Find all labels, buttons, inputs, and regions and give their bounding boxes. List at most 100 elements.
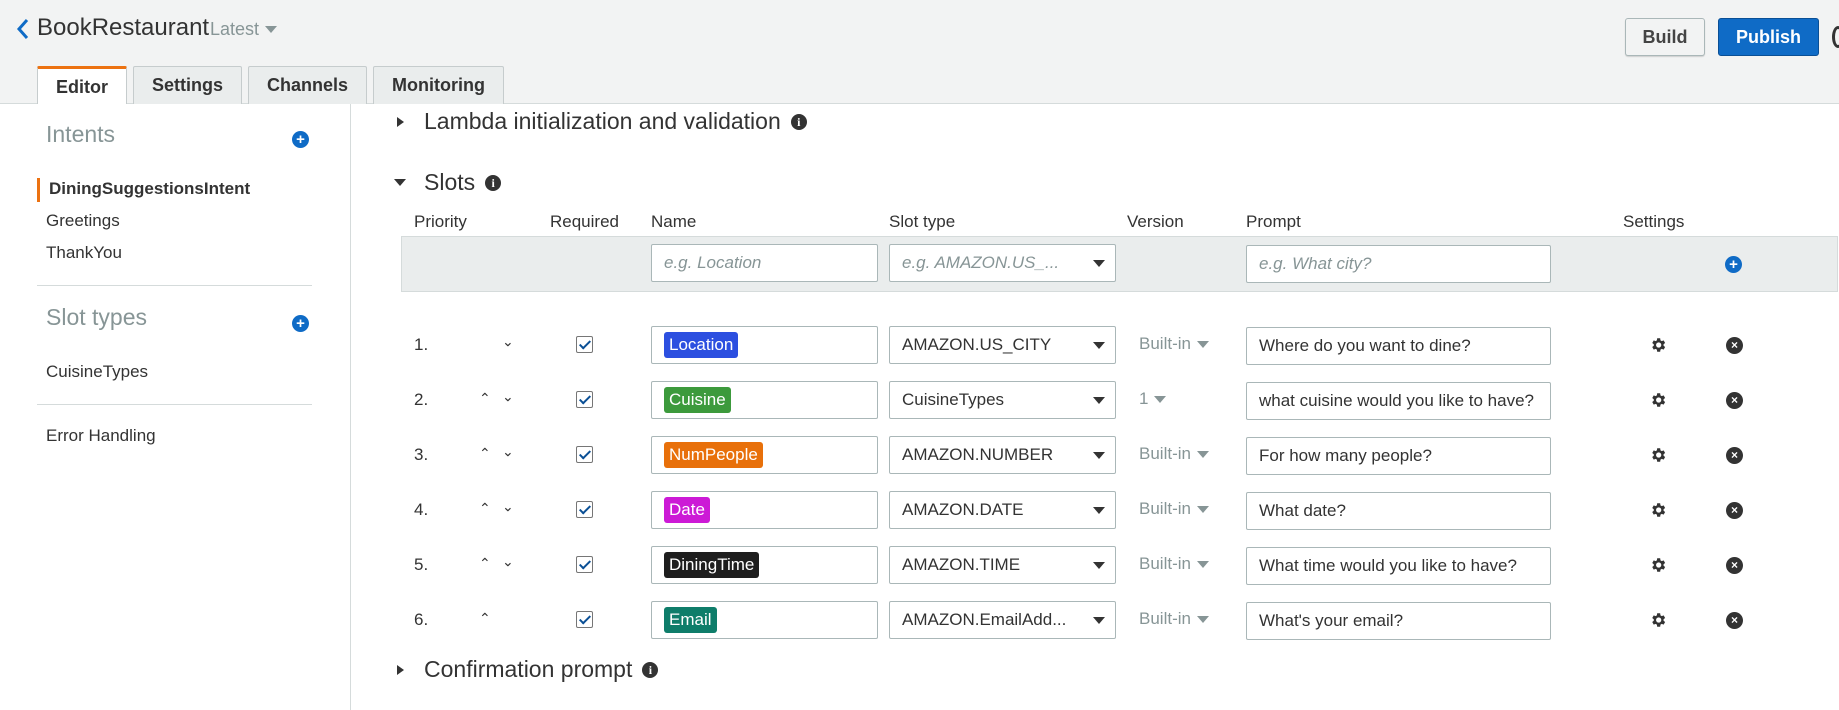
sidebar-item-cuisinetypes[interactable]: CuisineTypes (46, 362, 148, 382)
gear-icon[interactable] (1649, 556, 1667, 574)
required-checkbox[interactable] (576, 446, 593, 463)
version-dropdown[interactable]: Latest (210, 19, 278, 40)
slot-name-field[interactable]: Location (651, 326, 878, 364)
new-slot-type-select[interactable]: e.g. AMAZON.US_... (889, 244, 1116, 282)
remove-slot-icon[interactable]: × (1726, 392, 1743, 409)
confirmation-section-toggle[interactable]: Confirmation prompt i (397, 656, 659, 683)
slot-name-chip: Date (664, 497, 710, 523)
slot-version-dropdown[interactable]: Built-in (1139, 444, 1209, 464)
slot-version-dropdown[interactable]: Built-in (1139, 499, 1209, 519)
move-up-icon[interactable]: ⌃ (479, 555, 491, 572)
add-intent-icon[interactable]: + (292, 131, 309, 148)
slot-name-field[interactable]: NumPeople (651, 436, 878, 474)
help-icon[interactable] (1832, 26, 1839, 48)
slot-version-value: Built-in (1139, 499, 1191, 518)
slot-prompt-input[interactable]: What date? (1246, 492, 1551, 530)
required-checkbox[interactable] (576, 611, 593, 628)
required-checkbox[interactable] (576, 391, 593, 408)
slot-version-value: Built-in (1139, 609, 1191, 628)
move-up-icon[interactable]: ⌃ (479, 445, 491, 462)
slot-version-value: Built-in (1139, 554, 1191, 573)
sidebar-item-greetings[interactable]: Greetings (46, 211, 120, 231)
remove-slot-icon[interactable]: × (1726, 557, 1743, 574)
slot-type-select[interactable]: AMAZON.US_CITY (889, 326, 1116, 364)
publish-button[interactable]: Publish (1718, 18, 1819, 56)
slot-prompt-input[interactable]: What's your email? (1246, 602, 1551, 640)
new-slot-prompt-input[interactable]: e.g. What city? (1246, 245, 1551, 283)
tab-settings[interactable]: Settings (133, 66, 243, 104)
required-checkbox[interactable] (576, 501, 593, 518)
caret-down-icon (1093, 617, 1105, 624)
lambda-section-toggle[interactable]: Lambda initialization and validation i (397, 108, 807, 135)
slot-version-dropdown[interactable]: Built-in (1139, 554, 1209, 574)
bot-title: BookRestaurant (37, 14, 210, 41)
new-slot-name-input[interactable]: e.g. Location (651, 244, 878, 282)
col-version: Version (1127, 212, 1184, 231)
caret-down-icon (1093, 342, 1105, 349)
divider (37, 285, 312, 286)
slot-name-field[interactable]: Cuisine (651, 381, 878, 419)
gear-icon[interactable] (1649, 391, 1667, 409)
add-slot-icon[interactable]: + (1725, 256, 1742, 273)
move-down-icon[interactable]: ⌃ (502, 552, 514, 569)
caret-down-icon (1093, 562, 1105, 569)
slot-name-chip: DiningTime (664, 552, 760, 578)
slot-priority: 5. (414, 555, 429, 574)
move-up-icon[interactable]: ⌃ (479, 500, 491, 517)
slot-prompt-input[interactable]: For how many people? (1246, 437, 1551, 475)
slot-version-dropdown[interactable]: Built-in (1139, 609, 1209, 629)
slot-types-heading: Slot types (46, 304, 147, 330)
move-down-icon[interactable]: ⌃ (502, 332, 514, 349)
slot-version-dropdown[interactable]: Built-in (1139, 334, 1209, 354)
slot-type-select[interactable]: AMAZON.DATE (889, 491, 1116, 529)
slot-version-dropdown[interactable]: 1 (1139, 389, 1167, 409)
move-up-icon[interactable]: ⌃ (479, 610, 491, 627)
move-down-icon[interactable]: ⌃ (502, 442, 514, 459)
slots-section-toggle[interactable]: Slots i (394, 169, 502, 196)
remove-slot-icon[interactable]: × (1726, 612, 1743, 629)
gear-icon[interactable] (1649, 446, 1667, 464)
confirmation-section-title: Confirmation prompt (424, 656, 633, 682)
sidebar-item-error-handling[interactable]: Error Handling (46, 426, 156, 446)
tab-channels[interactable]: Channels (248, 66, 368, 104)
slot-name-field[interactable]: Email (651, 601, 878, 639)
remove-slot-icon[interactable]: × (1726, 447, 1743, 464)
slot-name-chip: Cuisine (664, 387, 731, 413)
gear-icon[interactable] (1649, 501, 1667, 519)
slot-type-select[interactable]: AMAZON.NUMBER (889, 436, 1116, 474)
move-up-icon[interactable]: ⌃ (479, 390, 491, 407)
slot-name-field[interactable]: Date (651, 491, 878, 529)
gear-icon[interactable] (1649, 611, 1667, 629)
info-icon[interactable]: i (485, 174, 502, 191)
slot-prompt-input[interactable]: Where do you want to dine? (1246, 327, 1551, 365)
remove-slot-icon[interactable]: × (1726, 337, 1743, 354)
slot-name-chip: Location (664, 332, 739, 358)
move-down-icon[interactable]: ⌃ (502, 497, 514, 514)
remove-slot-icon[interactable]: × (1726, 502, 1743, 519)
move-down-icon[interactable]: ⌃ (502, 387, 514, 404)
slot-priority: 1. (414, 335, 429, 354)
sidebar-item-diningsuggestionsintent[interactable]: DiningSuggestionsIntent (49, 179, 250, 199)
gear-icon[interactable] (1649, 336, 1667, 354)
slot-type-select[interactable]: AMAZON.TIME (889, 546, 1116, 584)
slot-name-field[interactable]: DiningTime (651, 546, 878, 584)
caret-down-icon (1196, 450, 1209, 458)
tab-editor[interactable]: Editor (37, 66, 127, 105)
chevron-left-icon[interactable] (14, 16, 32, 42)
slot-type-value: AMAZON.TIME (902, 555, 1021, 574)
info-icon[interactable]: i (790, 113, 807, 130)
slot-name-chip: NumPeople (664, 442, 763, 468)
slot-priority: 3. (414, 445, 429, 464)
tab-monitoring[interactable]: Monitoring (373, 66, 505, 104)
build-button[interactable]: Build (1625, 18, 1705, 56)
required-checkbox[interactable] (576, 556, 593, 573)
slot-prompt-input[interactable]: What time would you like to have? (1246, 547, 1551, 585)
slot-type-select[interactable]: AMAZON.EmailAdd... (889, 601, 1116, 639)
required-checkbox[interactable] (576, 336, 593, 353)
info-icon[interactable]: i (642, 661, 659, 678)
collapse-icon (394, 179, 406, 186)
slot-prompt-input[interactable]: what cuisine would you like to have? (1246, 382, 1551, 420)
sidebar-item-thankyou[interactable]: ThankYou (46, 243, 122, 263)
slot-type-select[interactable]: CuisineTypes (889, 381, 1116, 419)
add-slot-type-icon[interactable]: + (292, 315, 309, 332)
